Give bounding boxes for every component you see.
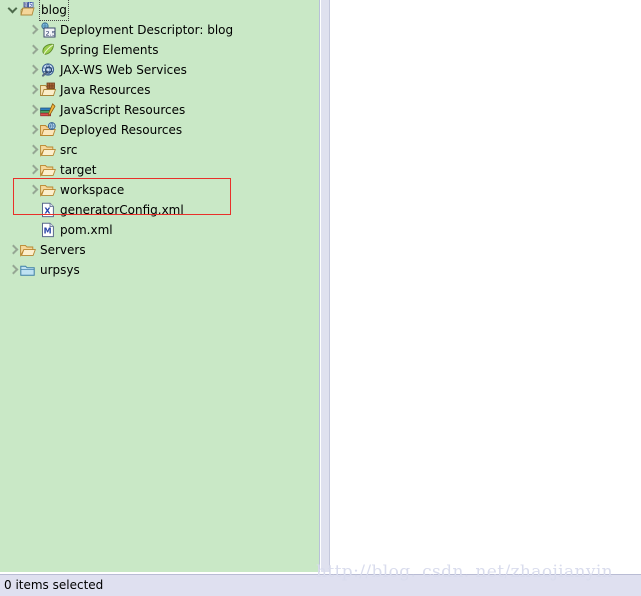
tree-item-deployment-descriptor-blog[interactable]: 2.5 Deployment Descriptor: blog bbox=[0, 20, 235, 40]
tree-item-generatorconfig-xml[interactable]: XgeneratorConfig.xml bbox=[0, 200, 186, 220]
tree-item-label: Servers bbox=[40, 243, 86, 257]
chevron-right-icon[interactable] bbox=[26, 180, 40, 200]
watermark-text: http://blog. csdn. net/zhaojianyin bbox=[316, 562, 614, 582]
tree-item-label: workspace bbox=[60, 183, 125, 197]
chevron-right-icon[interactable] bbox=[26, 120, 40, 140]
tree-item-servers[interactable]: Servers bbox=[0, 240, 88, 260]
folder-open-icon bbox=[20, 242, 36, 258]
tree-item-src[interactable]: src bbox=[0, 140, 80, 160]
explorer-vertical-scrollbar[interactable] bbox=[321, 0, 330, 572]
deployed-resources-icon bbox=[40, 122, 56, 138]
tree-item-label: blog bbox=[39, 0, 69, 21]
status-text: 0 items selected bbox=[4, 578, 104, 592]
tree-item-label: JAX-WS Web Services bbox=[60, 63, 187, 77]
chevron-right-icon[interactable] bbox=[26, 160, 40, 180]
chevron-right-icon[interactable] bbox=[6, 240, 20, 260]
tree-item-jax-ws-web-services[interactable]: JAX-WS Web Services bbox=[0, 60, 189, 80]
tree-item-label: JavaScript Resources bbox=[60, 103, 186, 117]
project-explorer-panel[interactable]: M 5 blog 2.5 Deployment Descriptor: blog Spri… bbox=[0, 0, 320, 572]
tree-item-label: generatorConfig.xml bbox=[60, 203, 184, 217]
svg-text:2.5: 2.5 bbox=[46, 29, 56, 37]
folder-open-icon bbox=[40, 182, 56, 198]
java-resources-folder-icon bbox=[40, 82, 56, 98]
tree-item-label: pom.xml bbox=[60, 223, 113, 237]
chevron-right-icon[interactable] bbox=[26, 100, 40, 120]
twisty-placeholder bbox=[26, 220, 40, 240]
chevron-right-icon[interactable] bbox=[26, 20, 40, 40]
tree-item-spring-elements[interactable]: Spring Elements bbox=[0, 40, 160, 60]
tree-item-label: Java Resources bbox=[60, 83, 151, 97]
xml-file-icon: X bbox=[40, 202, 56, 218]
tree-item-deployed-resources[interactable]: Deployed Resources bbox=[0, 120, 184, 140]
deployment-descriptor-icon: 2.5 bbox=[40, 22, 56, 38]
folder-closed-blue-icon bbox=[20, 262, 36, 278]
tree-item-workspace[interactable]: workspace bbox=[0, 180, 126, 200]
tree-item-label: target bbox=[60, 163, 97, 177]
tree-item-javascript-resources[interactable]: JavaScript Resources bbox=[0, 100, 187, 120]
svg-text:M: M bbox=[24, 2, 28, 7]
svg-text:X: X bbox=[44, 207, 51, 216]
jaxws-globe-icon bbox=[40, 62, 56, 78]
spring-leaf-icon bbox=[40, 42, 56, 58]
tree-item-label: urpsys bbox=[40, 263, 80, 277]
tree-item-blog[interactable]: M 5 blog bbox=[0, 0, 69, 21]
chevron-right-icon[interactable] bbox=[26, 60, 40, 80]
tree-item-label: Deployment Descriptor: blog bbox=[60, 23, 234, 37]
svg-text:M: M bbox=[44, 227, 52, 236]
chevron-down-icon[interactable] bbox=[6, 0, 20, 20]
tree-item-pom-xml[interactable]: Mpom.xml bbox=[0, 220, 115, 240]
chevron-right-icon[interactable] bbox=[26, 140, 40, 160]
javascript-resources-icon bbox=[40, 102, 56, 118]
chevron-right-icon[interactable] bbox=[26, 80, 40, 100]
tree-item-urpsys[interactable]: urpsys bbox=[0, 260, 82, 280]
maven-pom-file-icon: M bbox=[40, 222, 56, 238]
chevron-right-icon[interactable] bbox=[26, 40, 40, 60]
chevron-right-icon[interactable] bbox=[6, 260, 20, 280]
folder-open-icon bbox=[40, 162, 56, 178]
project-web-icon: M5 bbox=[20, 2, 36, 18]
tree-item-target[interactable]: target bbox=[0, 160, 99, 180]
folder-open-icon bbox=[40, 142, 56, 158]
twisty-placeholder bbox=[26, 200, 40, 220]
tree-item-java-resources[interactable]: Java Resources bbox=[0, 80, 152, 100]
tree-item-label: src bbox=[60, 143, 78, 157]
tree-item-label: Spring Elements bbox=[60, 43, 159, 57]
tree-item-label: Deployed Resources bbox=[60, 123, 183, 137]
